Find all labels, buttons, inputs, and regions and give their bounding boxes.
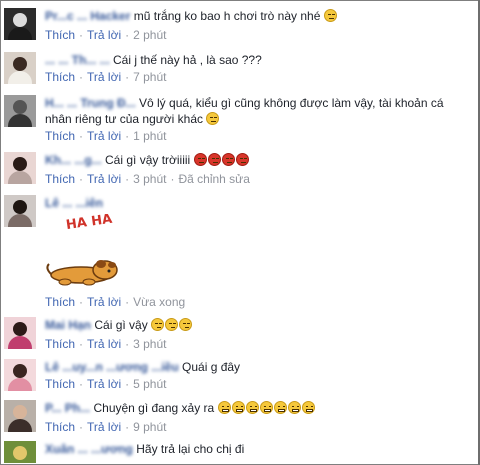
- avatar[interactable]: [4, 359, 36, 391]
- timestamp[interactable]: 3 phút: [133, 337, 166, 351]
- comment-text: Quái g đây: [178, 360, 241, 374]
- reply-button[interactable]: Trả lời: [87, 295, 121, 309]
- dog-sticker-icon: [46, 260, 118, 286]
- reply-button[interactable]: Trả lời: [87, 28, 121, 42]
- commenter-name[interactable]: Xuân ... ...ương: [45, 442, 133, 456]
- avatar[interactable]: [4, 152, 36, 184]
- like-button[interactable]: Thích: [45, 337, 75, 351]
- avatar[interactable]: [4, 400, 36, 432]
- grin-emoji-icon: [245, 401, 259, 414]
- reply-button[interactable]: Trả lời: [87, 172, 121, 186]
- like-button[interactable]: Thích: [45, 129, 75, 143]
- comment-text: Cái gì vậy: [91, 318, 148, 332]
- angry-emoji-icon: [207, 153, 221, 166]
- comment-text: Chuyện gì đang xảy ra: [90, 401, 215, 415]
- avatar[interactable]: [4, 95, 36, 127]
- like-button[interactable]: Thích: [45, 377, 75, 391]
- avatar[interactable]: [4, 52, 36, 84]
- avatar[interactable]: [4, 8, 36, 40]
- avatar[interactable]: [4, 441, 36, 463]
- grin-emoji-icon: [273, 401, 287, 414]
- angry-emoji-icon: [221, 153, 235, 166]
- haha-sticker: HA HA: [65, 214, 113, 233]
- reply-button[interactable]: Trả lời: [87, 70, 121, 84]
- timestamp[interactable]: 3 phút: [133, 172, 166, 186]
- smirk-emoji-icon: [179, 318, 193, 331]
- comment-text: Cái gì vậy trờiiiii: [101, 153, 191, 167]
- timestamp[interactable]: 7 phút: [133, 70, 166, 84]
- timestamp[interactable]: 9 phút: [133, 420, 166, 434]
- timestamp[interactable]: 1 phút: [133, 129, 166, 143]
- avatar[interactable]: [4, 195, 36, 227]
- commenter-name[interactable]: Mai Hạn: [45, 318, 91, 332]
- sticker-text: HA HA: [65, 214, 113, 233]
- reply-button[interactable]: Trả lời: [87, 420, 121, 434]
- smirk-emoji-icon: [151, 318, 165, 331]
- like-button[interactable]: Thích: [45, 420, 75, 434]
- reply-button[interactable]: Trả lời: [87, 129, 121, 143]
- comment-text: Hãy trả lại cho chị đi: [132, 442, 245, 456]
- smirk-emoji-icon: [165, 318, 179, 331]
- timestamp[interactable]: 5 phút: [133, 377, 166, 391]
- grin-emoji-icon: [231, 401, 245, 414]
- commenter-name[interactable]: P... Ph...: [45, 401, 90, 415]
- commenter-name[interactable]: ... ... Th... ...: [45, 53, 110, 67]
- like-button[interactable]: Thích: [45, 172, 75, 186]
- like-button[interactable]: Thích: [45, 70, 75, 84]
- comment-text: Cái j thế này hả , là sao ???: [109, 53, 262, 67]
- unamused-emoji-icon: [206, 112, 220, 125]
- timestamp[interactable]: Vừa xong: [133, 295, 185, 309]
- unamused-emoji-icon: [323, 9, 337, 22]
- comment-text: mũ trắng ko bao h chơi trò này nhé: [130, 9, 321, 23]
- grin-emoji-icon: [301, 401, 315, 414]
- like-button[interactable]: Thích: [45, 295, 75, 309]
- grin-emoji-icon: [217, 401, 231, 414]
- timestamp[interactable]: 2 phút: [133, 28, 166, 42]
- like-button[interactable]: Thích: [45, 28, 75, 42]
- commenter-name[interactable]: H... ... Trung Đ...: [45, 96, 136, 110]
- angry-emoji-icon: [193, 153, 207, 166]
- reply-button[interactable]: Trả lời: [87, 337, 121, 351]
- grin-emoji-icon: [287, 401, 301, 414]
- commenter-name[interactable]: Kh... ...g...: [45, 153, 102, 167]
- edited-label[interactable]: Đã chỉnh sửa: [178, 172, 249, 186]
- commenter-name[interactable]: Lê ... ...iên: [45, 196, 103, 210]
- commenter-name[interactable]: Pr...c ... Hacker: [45, 9, 130, 23]
- reply-button[interactable]: Trả lời: [87, 377, 121, 391]
- commenter-name[interactable]: Lê ...uy...n ...ương ...iều: [45, 360, 179, 374]
- avatar[interactable]: [4, 317, 36, 349]
- angry-emoji-icon: [235, 153, 249, 166]
- grin-emoji-icon: [259, 401, 273, 414]
